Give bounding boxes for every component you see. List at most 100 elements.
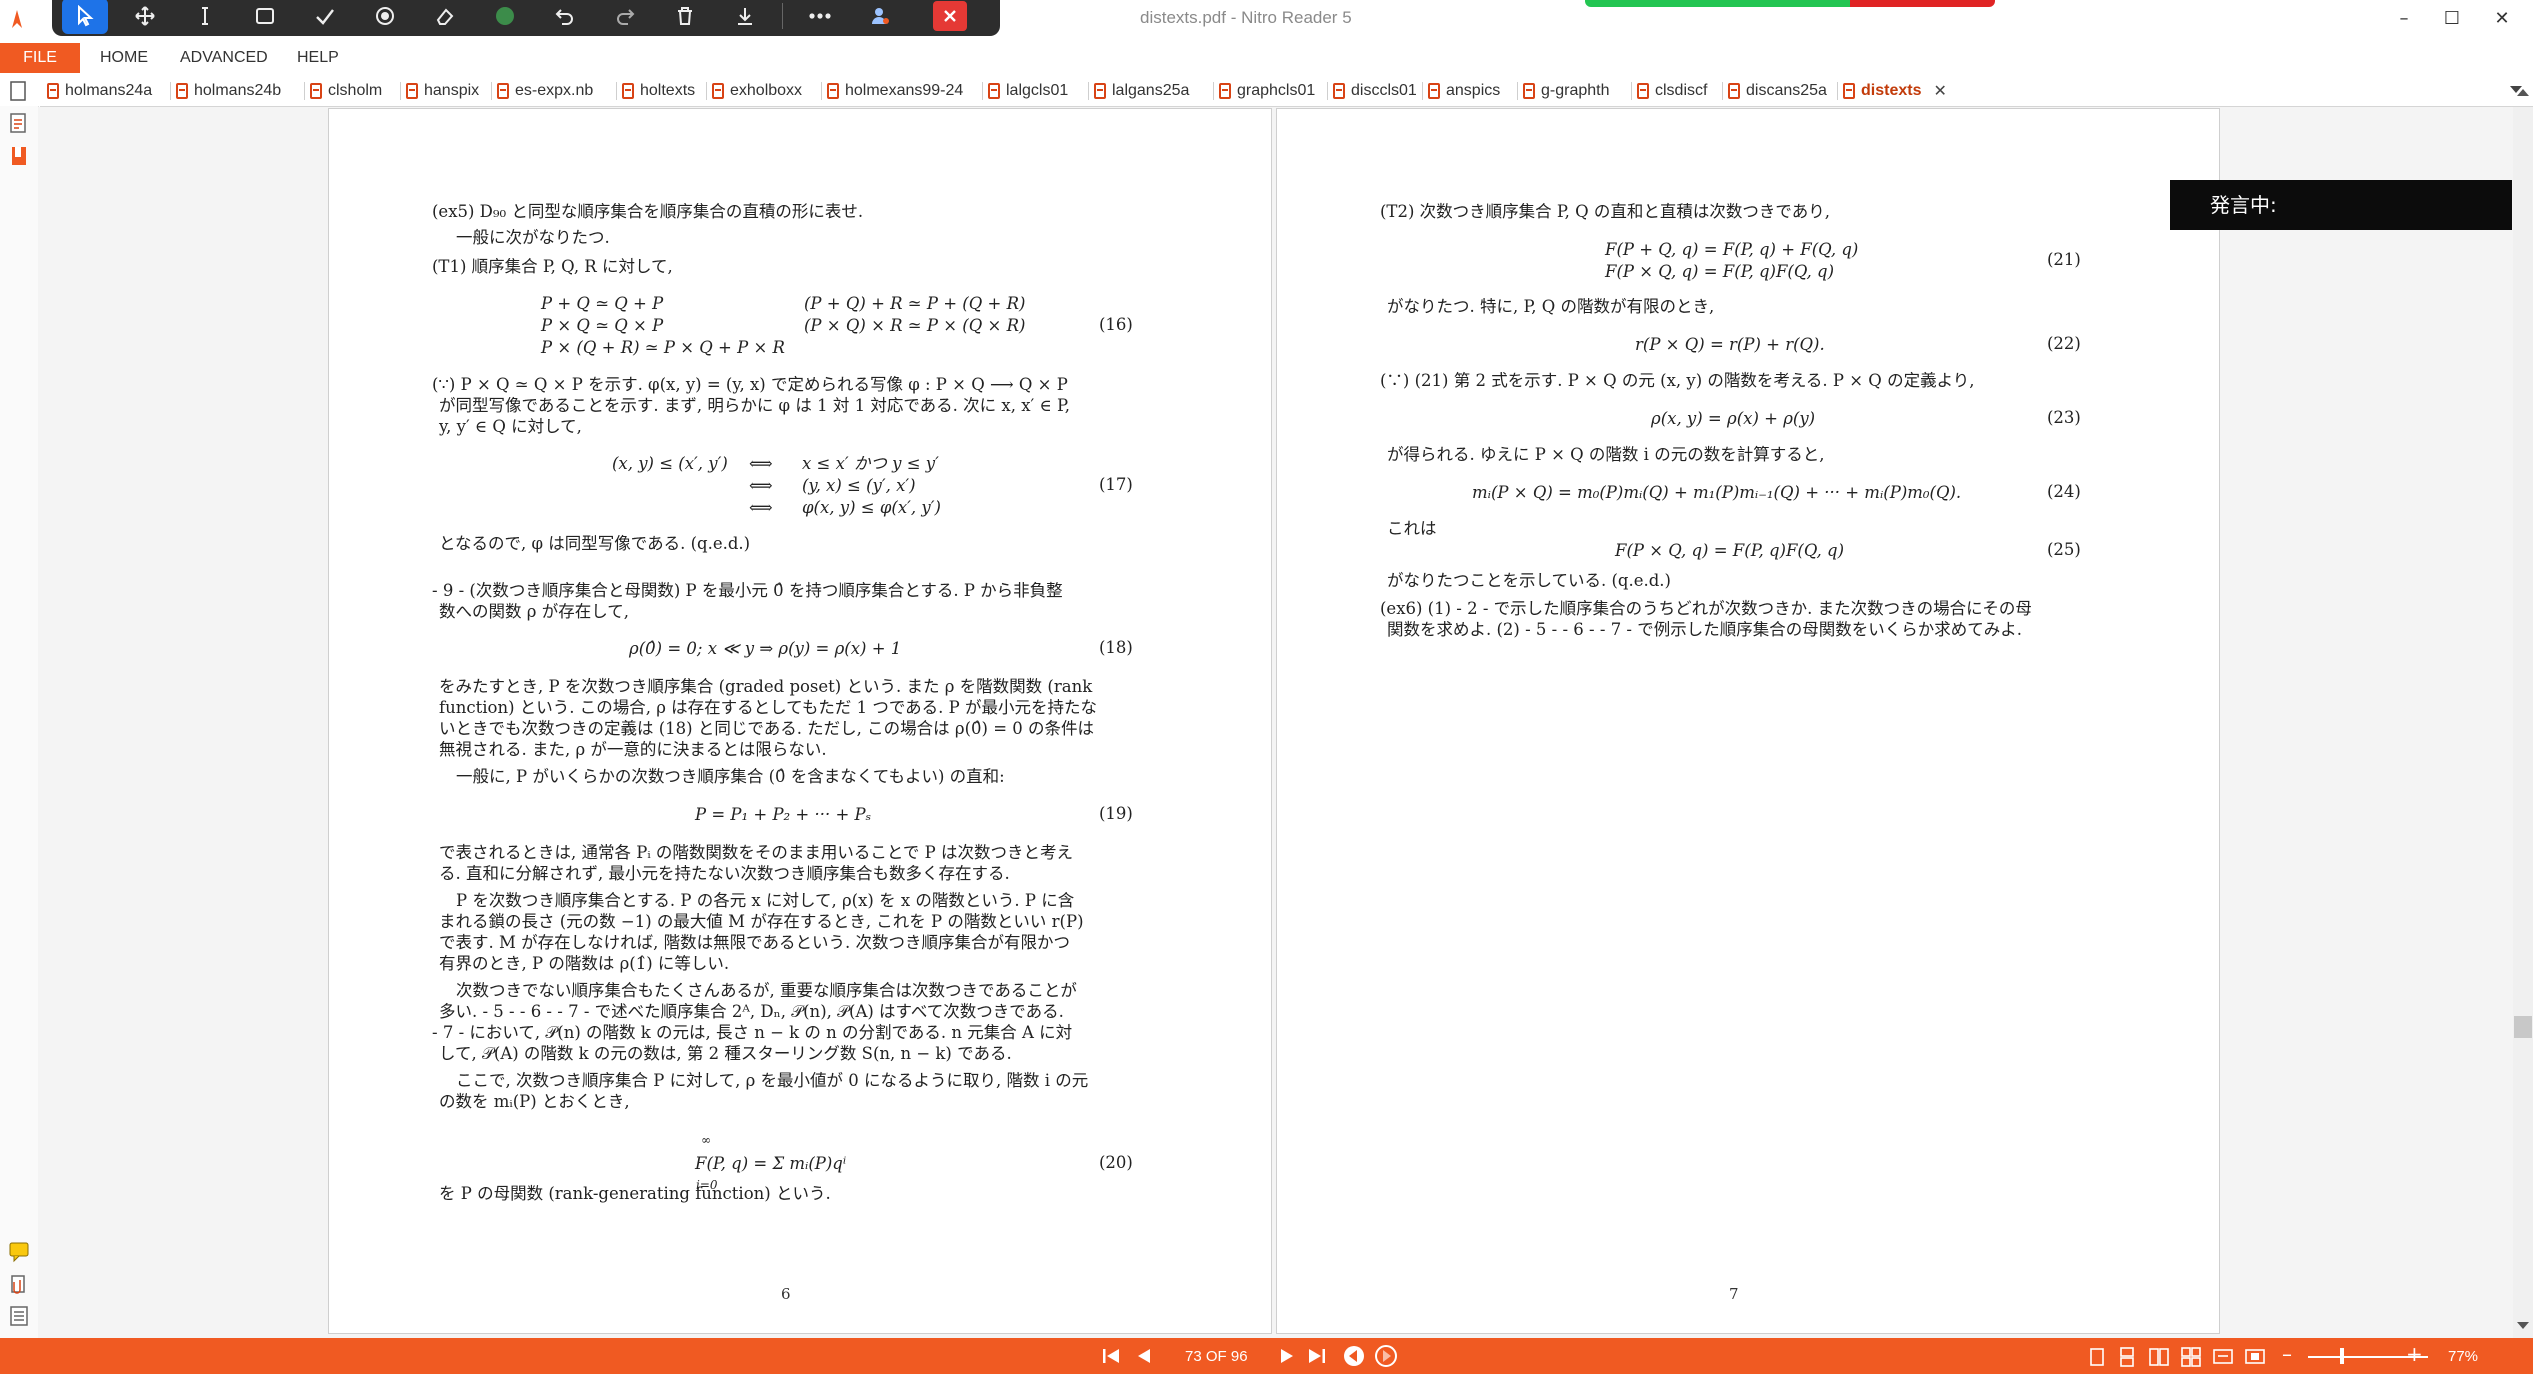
pdf-file-icon <box>176 83 188 99</box>
text-line: 数への関数 ρ が存在して, <box>439 602 629 621</box>
tab-disccls01[interactable]: disccls01 <box>1333 78 1417 104</box>
undo-icon[interactable] <box>542 0 588 34</box>
tab-holmans24a[interactable]: holmans24a <box>47 78 152 104</box>
next-page-icon[interactable] <box>1277 1346 1297 1366</box>
scroll-up-arrow-icon[interactable] <box>2515 86 2531 98</box>
fit-width-icon[interactable] <box>2212 1346 2234 1368</box>
equation-20-sum-top: ∞ <box>701 1133 711 1147</box>
equation-tag: (17) <box>1099 475 1133 494</box>
minimize-button[interactable]: – <box>2382 4 2426 34</box>
equation-17-line: φ(x, y) ≤ φ(x′, y′) <box>802 498 941 517</box>
tab-label: holmans24a <box>65 82 153 99</box>
pdf-page-right: (T2) 次数つき順序集合 P, Q の直和と直積は次数つきであり, F(P +… <box>1276 108 2220 1334</box>
tab-graphcls01[interactable]: graphcls01 <box>1219 78 1315 104</box>
window-close-button[interactable]: ✕ <box>2480 4 2524 34</box>
home-menu[interactable]: HOME <box>100 49 148 67</box>
tab-holtexts[interactable]: holtexts <box>622 78 695 104</box>
equation-tag: (20) <box>1099 1153 1133 1172</box>
page-icon[interactable] <box>8 80 28 102</box>
tab-anspics[interactable]: anspics <box>1428 78 1500 104</box>
facing-continuous-view-icon[interactable] <box>2180 1346 2202 1368</box>
tab-lalgans25a[interactable]: lalgans25a <box>1094 78 1189 104</box>
tab-holmans24b[interactable]: holmans24b <box>176 78 281 104</box>
pages-panel-icon[interactable] <box>8 112 30 136</box>
single-page-view-icon[interactable] <box>2086 1346 2108 1368</box>
scroll-thumb[interactable] <box>2514 1016 2532 1038</box>
fit-page-icon[interactable] <box>2244 1346 2266 1368</box>
text-line: を P の母関数 (rank-generating function) という. <box>439 1184 831 1203</box>
page-counter[interactable]: 73 OF 96 <box>1185 1348 1248 1365</box>
go-back-icon[interactable] <box>1342 1344 1366 1368</box>
download-icon[interactable] <box>722 0 768 34</box>
trash-icon[interactable] <box>662 0 708 34</box>
layers-panel-icon[interactable] <box>8 1304 30 1328</box>
pdf-file-icon <box>310 83 322 99</box>
tab-close-icon[interactable]: ✕ <box>1933 81 1946 101</box>
tab-exholboxx[interactable]: exholboxx <box>712 78 802 104</box>
first-page-icon[interactable] <box>1100 1346 1122 1366</box>
zoom-slider-thumb[interactable] <box>2340 1348 2344 1364</box>
advanced-menu[interactable]: ADVANCED <box>180 49 268 67</box>
equation-23: ρ(x, y) = ρ(x) + ρ(y) <box>1651 409 1816 428</box>
pan-icon[interactable] <box>122 0 168 34</box>
tab-distexts[interactable]: distexts ✕ <box>1843 78 1947 104</box>
progress-bar-red <box>1850 0 1995 7</box>
tab-g-graphth[interactable]: g-graphth <box>1523 78 1610 104</box>
zoom-out-button[interactable]: – <box>2282 1342 2292 1366</box>
continuous-view-icon[interactable] <box>2116 1346 2138 1368</box>
tab-separator <box>616 82 617 100</box>
zoom-level[interactable]: 77% <box>2448 1348 2478 1365</box>
scroll-down-arrow-icon[interactable] <box>2515 1320 2531 1332</box>
tab-lalgcls01[interactable]: lalgcls01 <box>988 78 1068 104</box>
help-menu[interactable]: HELP <box>297 49 339 67</box>
pdf-file-icon <box>47 83 59 99</box>
eraser-icon[interactable] <box>422 0 468 34</box>
tab-clsdiscf[interactable]: clsdiscf <box>1637 78 1707 104</box>
text-line: P を次数つき順序集合とする. P の各元 x に対して, ρ(x) を x の… <box>456 891 1075 910</box>
text-line: まれる鎖の長さ (元の数 −1) の最大値 M が存在するとき, これを P の… <box>439 912 1084 931</box>
tab-label: clsholm <box>328 82 383 99</box>
close-icon[interactable] <box>933 1 967 31</box>
text-select-icon[interactable] <box>182 0 228 34</box>
user-icon[interactable] <box>857 0 903 34</box>
maximize-button[interactable]: ☐ <box>2430 4 2474 34</box>
check-icon[interactable] <box>302 0 348 34</box>
pdf-file-icon <box>1094 83 1106 99</box>
text-line: して, 𝒫(A) の階数 k の元の数は, 第 2 種スターリング数 S(n, … <box>439 1044 1012 1063</box>
pdf-page-left: (ex5) D₉₀ と同型な順序集合を順序集合の直積の形に表せ. 一般に次がなり… <box>328 108 1272 1334</box>
equation-21-line: F(P + Q, q) = F(P, q) + F(Q, q) <box>1605 240 1859 259</box>
tab-hanspix[interactable]: hanspix <box>406 78 479 104</box>
color-dot-icon[interactable] <box>482 0 528 34</box>
tab-holmexans99-24[interactable]: holmexans99-24 <box>827 78 963 104</box>
equation-17-line: (x, y) ≤ (x′, y′) <box>612 454 728 473</box>
rectangle-icon[interactable] <box>242 0 288 34</box>
tab-label: es-expx.nb <box>515 82 594 99</box>
redo-icon[interactable] <box>602 0 648 34</box>
comments-panel-icon[interactable] <box>8 1240 30 1264</box>
text-line: ここで, 次数つき順序集合 P に対して, ρ を最小値が 0 になるように取り… <box>456 1071 1089 1090</box>
equation-25: F(P × Q, q) = F(P, q)F(Q, q) <box>1615 541 1845 560</box>
go-forward-icon[interactable] <box>1374 1344 1398 1368</box>
equation-17-line: x ≤ x′ かつ y ≤ y′ <box>802 454 939 473</box>
zoom-in-button[interactable]: + <box>2406 1342 2423 1366</box>
select-pointer-icon[interactable] <box>62 0 108 34</box>
left-rail <box>0 106 39 1338</box>
last-page-icon[interactable] <box>1306 1346 1328 1366</box>
pdf-file-icon <box>1523 83 1535 99</box>
bookmarks-panel-icon[interactable] <box>8 144 30 168</box>
tab-discans25a[interactable]: discans25a <box>1728 78 1827 104</box>
more-icon[interactable] <box>797 0 843 34</box>
equation-17-symbol: ⟺ <box>749 476 773 495</box>
previous-page-icon[interactable] <box>1134 1346 1154 1366</box>
attachments-panel-icon[interactable] <box>8 1272 30 1296</box>
text-line: function) という. この場合, ρ は存在するとしてもただ 1 つであ… <box>439 698 1098 717</box>
facing-view-icon[interactable] <box>2148 1346 2170 1368</box>
tab-clsholm[interactable]: clsholm <box>310 78 382 104</box>
file-menu[interactable]: FILE <box>0 43 80 73</box>
stamp-icon[interactable] <box>362 0 408 34</box>
tab-separator <box>821 82 822 100</box>
vertical-scrollbar[interactable] <box>2513 107 2533 1338</box>
equation-17-line: (y, x) ≤ (y′, x′) <box>802 476 916 495</box>
tab-es-expx.nb[interactable]: es-expx.nb <box>497 78 593 104</box>
equation-22: r(P × Q) = r(P) + r(Q). <box>1635 335 1825 354</box>
